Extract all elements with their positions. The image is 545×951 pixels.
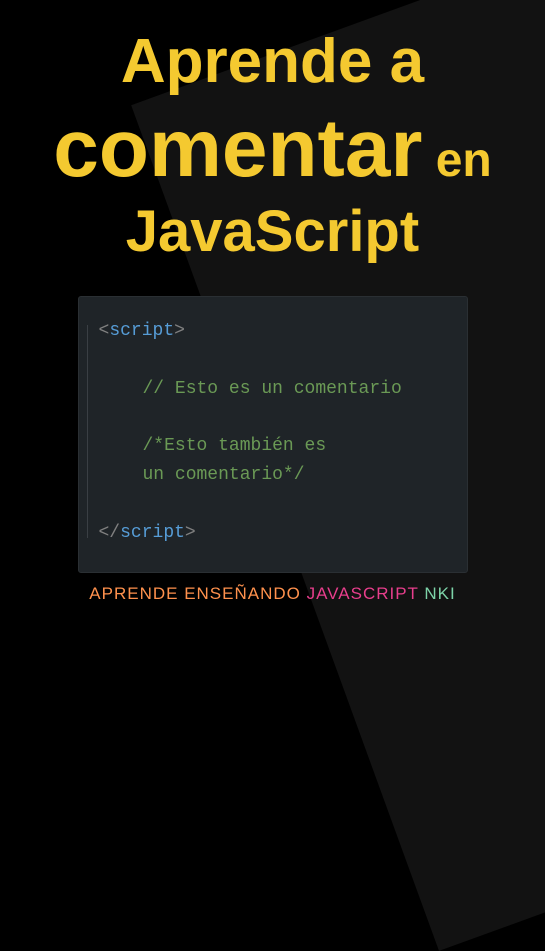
code-line-blank-1 bbox=[99, 346, 443, 375]
code-snippet: <script> // Esto es un comentario /*Esto… bbox=[78, 296, 468, 572]
title-word-comentar: comentar bbox=[53, 103, 422, 194]
footer-aprende: APRENDE ENSEÑANDO bbox=[89, 584, 306, 603]
code-line-comment-1: // Esto es un comentario bbox=[99, 375, 443, 404]
footer-text: APRENDE ENSEÑANDO JAVASCRIPT NKI bbox=[0, 584, 545, 604]
indent-guide bbox=[87, 325, 88, 537]
title-line-3: JavaScript bbox=[53, 200, 491, 264]
code-line-comment-2b: un comentario*/ bbox=[99, 461, 443, 490]
main-content: Aprende a comentar en JavaScript <script… bbox=[0, 0, 545, 640]
title-line-1: Aprende a bbox=[53, 28, 491, 96]
code-line-blank-2 bbox=[99, 404, 443, 433]
code-line-blank-3 bbox=[99, 490, 443, 519]
title-word-en: en bbox=[422, 134, 491, 187]
footer-javascript: JAVASCRIPT bbox=[307, 584, 425, 603]
code-line-comment-2a: /*Esto también es bbox=[99, 432, 443, 461]
title-line-2: comentar en bbox=[53, 104, 491, 194]
title-block: Aprende a comentar en JavaScript bbox=[53, 28, 491, 264]
code-line-open-tag: <script> bbox=[99, 317, 443, 346]
footer-nki: NKI bbox=[424, 584, 455, 603]
code-line-close-tag: </script> bbox=[99, 519, 443, 548]
